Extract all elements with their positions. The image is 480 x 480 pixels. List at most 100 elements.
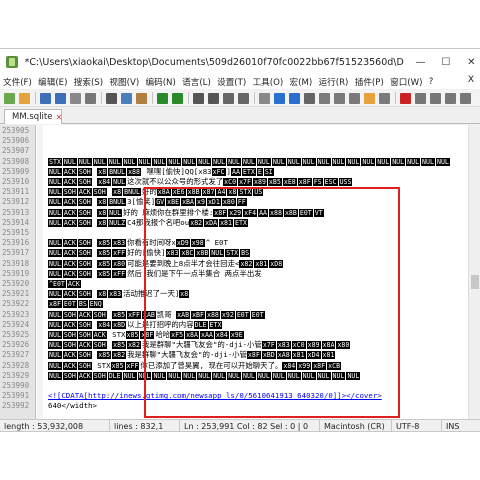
control-char-token: xBF xyxy=(191,310,205,319)
minimize-button[interactable]: — xyxy=(412,54,429,70)
undo-icon[interactable] xyxy=(157,92,168,104)
control-char-token: x8F xyxy=(213,208,228,217)
control-char-token: NUL xyxy=(406,157,421,166)
zoom-in-icon[interactable] xyxy=(223,92,234,104)
menu-plugins[interactable]: 插件(P) xyxy=(355,76,384,88)
control-char-token: NUL xyxy=(361,157,376,166)
maximize-button[interactable]: ☐ xyxy=(437,54,454,70)
control-char-token: xD8 xyxy=(269,259,284,268)
control-char-token: NUL xyxy=(167,371,182,380)
new-file-icon[interactable] xyxy=(4,92,15,104)
menu-file[interactable]: 文件(F) xyxy=(3,76,32,88)
redo-icon[interactable] xyxy=(172,92,183,104)
run-macro-icon[interactable] xyxy=(445,92,456,104)
menu-run[interactable]: 运行(R) xyxy=(319,76,349,88)
menu-encoding[interactable]: 编码(N) xyxy=(146,76,176,88)
control-char-token: x8F xyxy=(312,361,327,370)
tab-close-icon[interactable]: ✕ xyxy=(55,113,62,122)
tab-mm-sqlite[interactable]: MM.sqlite ✕ xyxy=(4,109,62,124)
control-char-token: VT xyxy=(313,208,324,217)
line-number: 253926 xyxy=(2,340,30,350)
line-number: 253919 xyxy=(2,268,30,278)
close-button[interactable]: ✕ xyxy=(463,54,480,70)
line-text: x8F E0T BS ENQ xyxy=(48,299,104,309)
scrollbar-thumb[interactable] xyxy=(471,275,479,289)
status-bar: length : 53,932,008 lines : 832,1 Ln : 2… xyxy=(0,419,480,431)
control-char-token: x8A xyxy=(185,331,199,339)
menu-settings[interactable]: 设置(T) xyxy=(217,76,246,88)
menu-view[interactable]: 视图(V) xyxy=(109,76,139,88)
control-char-token: NUL xyxy=(182,371,197,380)
editor-line: 253918 NUL ACK SOH x85 x80 可能是要到晚上8点半才会往回走<x8… xyxy=(0,259,468,269)
editor-line: 253910 NUL ACK SOH x84 NUL 这次就不以公众号的形式发了xC0 x7… xyxy=(0,177,468,187)
copy-icon[interactable] xyxy=(121,92,132,104)
control-char-token: x8D xyxy=(112,320,127,329)
vertical-scrollbar[interactable] xyxy=(468,125,480,419)
editor-line: 253914 NUL ACK SOH x8 NULZ C4那我报个名吧oux82 xDA x8… xyxy=(0,218,468,228)
control-char-token: x85 xyxy=(112,341,127,350)
control-char-token: NUL xyxy=(421,157,435,166)
cut-icon[interactable] xyxy=(106,92,117,104)
play-macro-icon[interactable] xyxy=(430,92,441,104)
stop-macro-icon[interactable] xyxy=(415,92,426,104)
show-all-chars-icon[interactable] xyxy=(289,92,300,104)
folder-workspace-icon[interactable] xyxy=(364,92,375,104)
control-char-token: SOH xyxy=(77,259,92,268)
save-all-icon[interactable] xyxy=(55,92,66,104)
control-char-token: NUL xyxy=(256,371,271,380)
menu-macro[interactable]: 宏(M) xyxy=(290,76,313,88)
lang-icon[interactable] xyxy=(319,92,330,104)
control-char-token: A4 xyxy=(216,188,227,197)
line-text: NUL ACK SOH x8 NUL 好的 麻烦你在群里排个楼:x8F x29 xF4 AA x… xyxy=(48,207,324,217)
paste-icon[interactable] xyxy=(136,92,147,104)
doc-map-icon[interactable] xyxy=(334,92,345,104)
control-char-token: SOH xyxy=(77,178,92,186)
line-number: 253917 xyxy=(2,248,30,258)
save-icon[interactable] xyxy=(40,92,51,104)
print-icon[interactable] xyxy=(85,92,96,104)
editor-line: 253929 NUL SOH ACK SOH DLE NUL NUL NUL NUL NUL NUL N… xyxy=(0,371,468,381)
editor-line: 253909 NUL ACK SOH x8 BNUL x88 嘿嘿[偷快]QQ[x83xF… xyxy=(0,167,468,177)
control-char-token: NUL xyxy=(48,208,62,217)
control-char-token: x87 xyxy=(201,188,216,197)
menu-tools[interactable]: 工具(O) xyxy=(253,76,284,88)
word-wrap-icon[interactable] xyxy=(274,92,285,104)
open-file-icon[interactable] xyxy=(19,92,30,104)
control-char-token: x80 xyxy=(221,198,236,207)
tab-bar: MM.sqlite ✕ xyxy=(0,108,480,124)
menu-window[interactable]: 窗口(W) xyxy=(390,76,422,88)
menu-search[interactable]: 搜索(S) xyxy=(74,76,103,88)
menu-language[interactable]: 语言(L) xyxy=(182,76,211,88)
indent-guide-icon[interactable] xyxy=(304,92,315,104)
control-char-token: ACK xyxy=(62,249,77,258)
notepad-app-icon xyxy=(6,56,18,68)
status-mode: INS xyxy=(446,421,460,431)
control-char-token: SOH xyxy=(77,320,92,329)
editor-line: 253916 NUL ACK SOH x85 x83 你看有时间呀xxD9 x98 ^ E0T xyxy=(0,238,468,248)
control-char-token: NUL xyxy=(137,157,152,166)
control-char-token: ACK xyxy=(62,208,77,217)
find-icon[interactable] xyxy=(193,92,204,104)
monitor-icon[interactable] xyxy=(379,92,390,104)
control-char-token: x92 xyxy=(220,310,235,319)
control-char-token: USS xyxy=(338,178,353,186)
save-macro-icon[interactable] xyxy=(460,92,471,104)
line-number: 253923 xyxy=(2,309,30,319)
control-char-token: NUL xyxy=(271,371,286,380)
function-list-icon[interactable] xyxy=(349,92,360,104)
toolbar xyxy=(0,90,480,107)
control-char-token: xCB xyxy=(327,361,342,370)
editor-line: 253926 NUL SOH ACK SOH x85 x82 我是群聊"大疆飞友会"的-dj… xyxy=(0,340,468,350)
sync-scroll-icon[interactable] xyxy=(259,92,270,104)
record-macro-icon[interactable] xyxy=(400,92,411,104)
close-file-icon[interactable] xyxy=(70,92,81,104)
control-char-token: xFF xyxy=(127,310,141,319)
replace-icon[interactable] xyxy=(208,92,219,104)
control-char-token: x89 xyxy=(253,178,267,186)
menu-close-document-button[interactable]: X xyxy=(468,75,474,85)
menu-help[interactable]: ? xyxy=(429,77,434,87)
editor-line: 253992 640</width> xyxy=(0,401,468,411)
zoom-out-icon[interactable] xyxy=(238,92,249,104)
editor-area[interactable]: 253905 253906 253907 253908 STX NUL NUL NUL NUL N… xyxy=(0,125,468,419)
menu-edit[interactable]: 编辑(E) xyxy=(38,76,67,88)
